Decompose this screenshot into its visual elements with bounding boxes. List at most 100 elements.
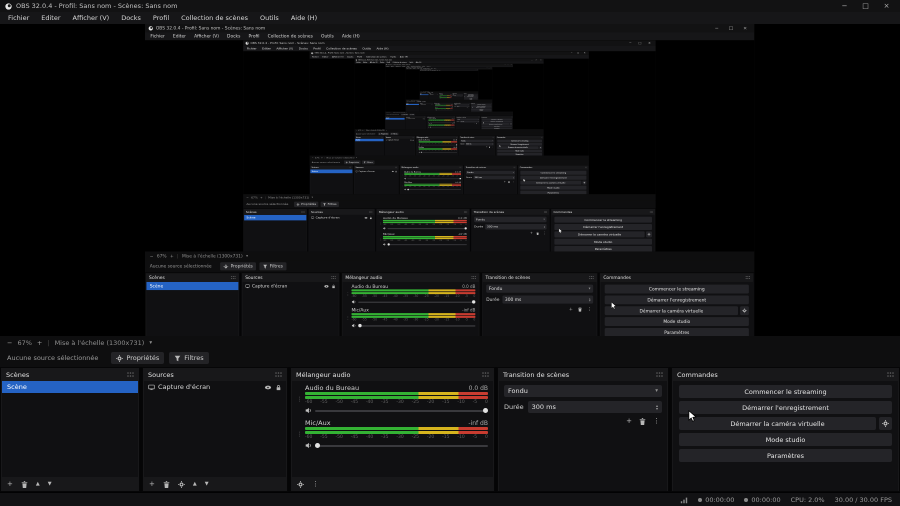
- scene-name: Scène: [7, 383, 27, 391]
- minimize-button[interactable]: −: [836, 0, 853, 12]
- volume-slider[interactable]: [315, 407, 488, 413]
- mixer-menu-kebab-icon[interactable]: ⋮: [312, 480, 319, 488]
- preview-capture-level-6: OBS 32.0.4 - Profil: Sans nom - Scènes: …: [405, 67, 493, 112]
- channel-header: Mic/Aux -inf dB: [305, 419, 488, 427]
- menu-outils[interactable]: Outils: [254, 12, 285, 24]
- mixer-dock-title: Mélangeur audio: [296, 370, 351, 379]
- cpu-usage: CPU: 2.0%: [790, 495, 825, 504]
- virtual-camera-row: Démarrer la caméra virtuelle: [679, 417, 892, 430]
- start-streaming-button[interactable]: Commencer le streaming: [679, 385, 892, 398]
- spin-down-icon[interactable]: ▾: [656, 407, 658, 411]
- stats-indicator: [680, 496, 688, 504]
- volume-slider-row: [305, 441, 488, 450]
- channel-grip-icon[interactable]: ⋮: [297, 419, 303, 450]
- advanced-audio-gear-button[interactable]: [297, 480, 304, 488]
- zoom-out-button[interactable]: −: [7, 339, 12, 347]
- screen-capture-source: OBS 32.0.4 - Profil: Sans nom - Scènes: …: [145, 24, 755, 336]
- streaming-timer: 00:00:00: [744, 495, 781, 504]
- mixer-channels: ⋮ Audio du Bureau 0.0 dB -60 -55 -50 -45 -40…: [292, 381, 493, 477]
- gear-icon: [116, 354, 124, 362]
- tick-label: -20: [426, 435, 435, 440]
- virtual-camera-config-button[interactable]: [879, 417, 892, 430]
- tick-label: -30: [396, 400, 404, 405]
- menu-aide[interactable]: Aide (H): [285, 12, 323, 24]
- filter-icon: [174, 355, 181, 361]
- menu-afficher[interactable]: Afficher (V): [67, 12, 116, 24]
- mixer-toolbar: ⋮: [291, 477, 494, 491]
- start-recording-button[interactable]: Démarrer l'enregistrement: [679, 401, 892, 414]
- volume-slider-handle[interactable]: [483, 407, 488, 413]
- maximize-button[interactable]: □: [857, 0, 874, 12]
- move-source-down-button[interactable]: ▼: [205, 481, 209, 487]
- channel-grip-icon[interactable]: ⋮: [297, 384, 303, 415]
- visibility-eye-icon[interactable]: [264, 384, 272, 391]
- display-capture-icon: [148, 384, 155, 390]
- menu-collection-scenes[interactable]: Collection de scènes: [175, 12, 254, 24]
- volume-meter-left: [305, 392, 488, 395]
- preview-canvas[interactable]: OBS 32.0.4 - Profil: Sans nom - Scènes: …: [0, 24, 900, 336]
- move-scene-down-button[interactable]: ▼: [48, 481, 52, 487]
- menu-editer[interactable]: Editer: [35, 12, 66, 24]
- speaker-icon[interactable]: [305, 442, 312, 449]
- menu-profil[interactable]: Profil: [147, 12, 175, 24]
- preview-zoom-row: − 67% + | Mise à l'échelle (1300x731) ▾: [0, 336, 900, 349]
- duration-row: Durée 300 ms ▴ ▾: [504, 401, 662, 413]
- channel-name: Audio du Bureau: [305, 384, 360, 392]
- filters-button[interactable]: Filtres: [169, 352, 209, 364]
- source-list-item[interactable]: Capture d'écran: [144, 381, 286, 393]
- scene-list-item[interactable]: Scène: [2, 381, 138, 393]
- studio-mode-button[interactable]: Mode studio: [679, 433, 892, 446]
- sources-dock-titlebar: Sources: [143, 368, 287, 381]
- tick-label: -45: [350, 435, 359, 440]
- duration-spinbox[interactable]: 300 ms ▴ ▾: [527, 401, 662, 413]
- properties-button[interactable]: Propriétés: [111, 352, 165, 364]
- remove-scene-button[interactable]: [21, 480, 28, 488]
- settings-button[interactable]: Paramètres: [679, 449, 892, 462]
- tick-label: -60: [305, 400, 313, 405]
- scale-dropdown-caret-icon[interactable]: ▾: [149, 340, 152, 346]
- speaker-icon[interactable]: [305, 407, 312, 414]
- scenes-dock-title: Scènes: [6, 370, 30, 379]
- scene-transitions-dock: Transition de scènes Fondu ▾ Durée 300 m…: [497, 367, 669, 492]
- add-transition-button[interactable]: +: [626, 418, 632, 425]
- menu-fichier[interactable]: Fichier: [2, 12, 35, 24]
- tick-label: -10: [457, 400, 465, 405]
- channel-header: Audio du Bureau 0.0 dB: [305, 384, 488, 392]
- scenes-dock-titlebar: Scènes: [1, 368, 139, 381]
- move-source-up-button[interactable]: ▲: [193, 481, 197, 487]
- move-scene-up-button[interactable]: ▲: [36, 481, 40, 487]
- sources-dock: Sources Capture d'écran + ▲ ▼: [142, 367, 288, 492]
- start-virtual-camera-button[interactable]: Démarrer la caméra virtuelle: [679, 417, 876, 430]
- transition-menu-kebab-icon[interactable]: ⋮: [653, 418, 660, 425]
- volume-slider[interactable]: [315, 442, 488, 448]
- remove-source-button[interactable]: [163, 480, 170, 488]
- live-time: 00:00:00: [751, 495, 781, 504]
- lock-icon[interactable]: [275, 384, 282, 391]
- tick-label: -10: [457, 435, 465, 440]
- sources-list: Capture d'écran: [144, 381, 286, 477]
- transition-selected-value: Fondu: [508, 387, 528, 395]
- chevron-down-icon: ▾: [655, 388, 658, 394]
- tick-label: -30: [396, 435, 404, 440]
- menu-docks[interactable]: Docks: [115, 12, 147, 24]
- volume-slider-handle[interactable]: [315, 442, 320, 448]
- tick-label: -40: [365, 400, 374, 405]
- scenes-toolbar: + ▲ ▼: [1, 477, 139, 491]
- transition-select[interactable]: Fondu ▾: [504, 385, 662, 397]
- close-button[interactable]: ×: [878, 0, 895, 12]
- source-properties-gear-button[interactable]: [177, 480, 185, 488]
- zoom-in-button[interactable]: +: [37, 339, 42, 347]
- duration-label: Durée: [504, 403, 524, 411]
- remove-transition-button[interactable]: [639, 418, 646, 425]
- preview-capture-level-7: OBS 32.0.4 - Profil: Sans nom - Scènes: …: [419, 69, 479, 100]
- spin-buttons[interactable]: ▴ ▾: [656, 403, 658, 411]
- add-source-button[interactable]: +: [149, 480, 155, 488]
- scenes-list: Scène: [2, 381, 138, 477]
- preview-capture-level-4: OBS 32.0.4 - Profil: Sans nom - Scènes: …: [354, 58, 544, 156]
- tick-label: -50: [335, 400, 343, 405]
- dock-handle-icon: [127, 372, 134, 377]
- scenes-dock: Scènes Scène + ▲ ▼: [0, 367, 140, 492]
- tick-label: -60: [305, 435, 313, 440]
- preview-capture-level-1: OBS 32.0.4 - Profil: Sans nom - Scènes: …: [145, 24, 755, 336]
- add-scene-button[interactable]: +: [7, 480, 13, 488]
